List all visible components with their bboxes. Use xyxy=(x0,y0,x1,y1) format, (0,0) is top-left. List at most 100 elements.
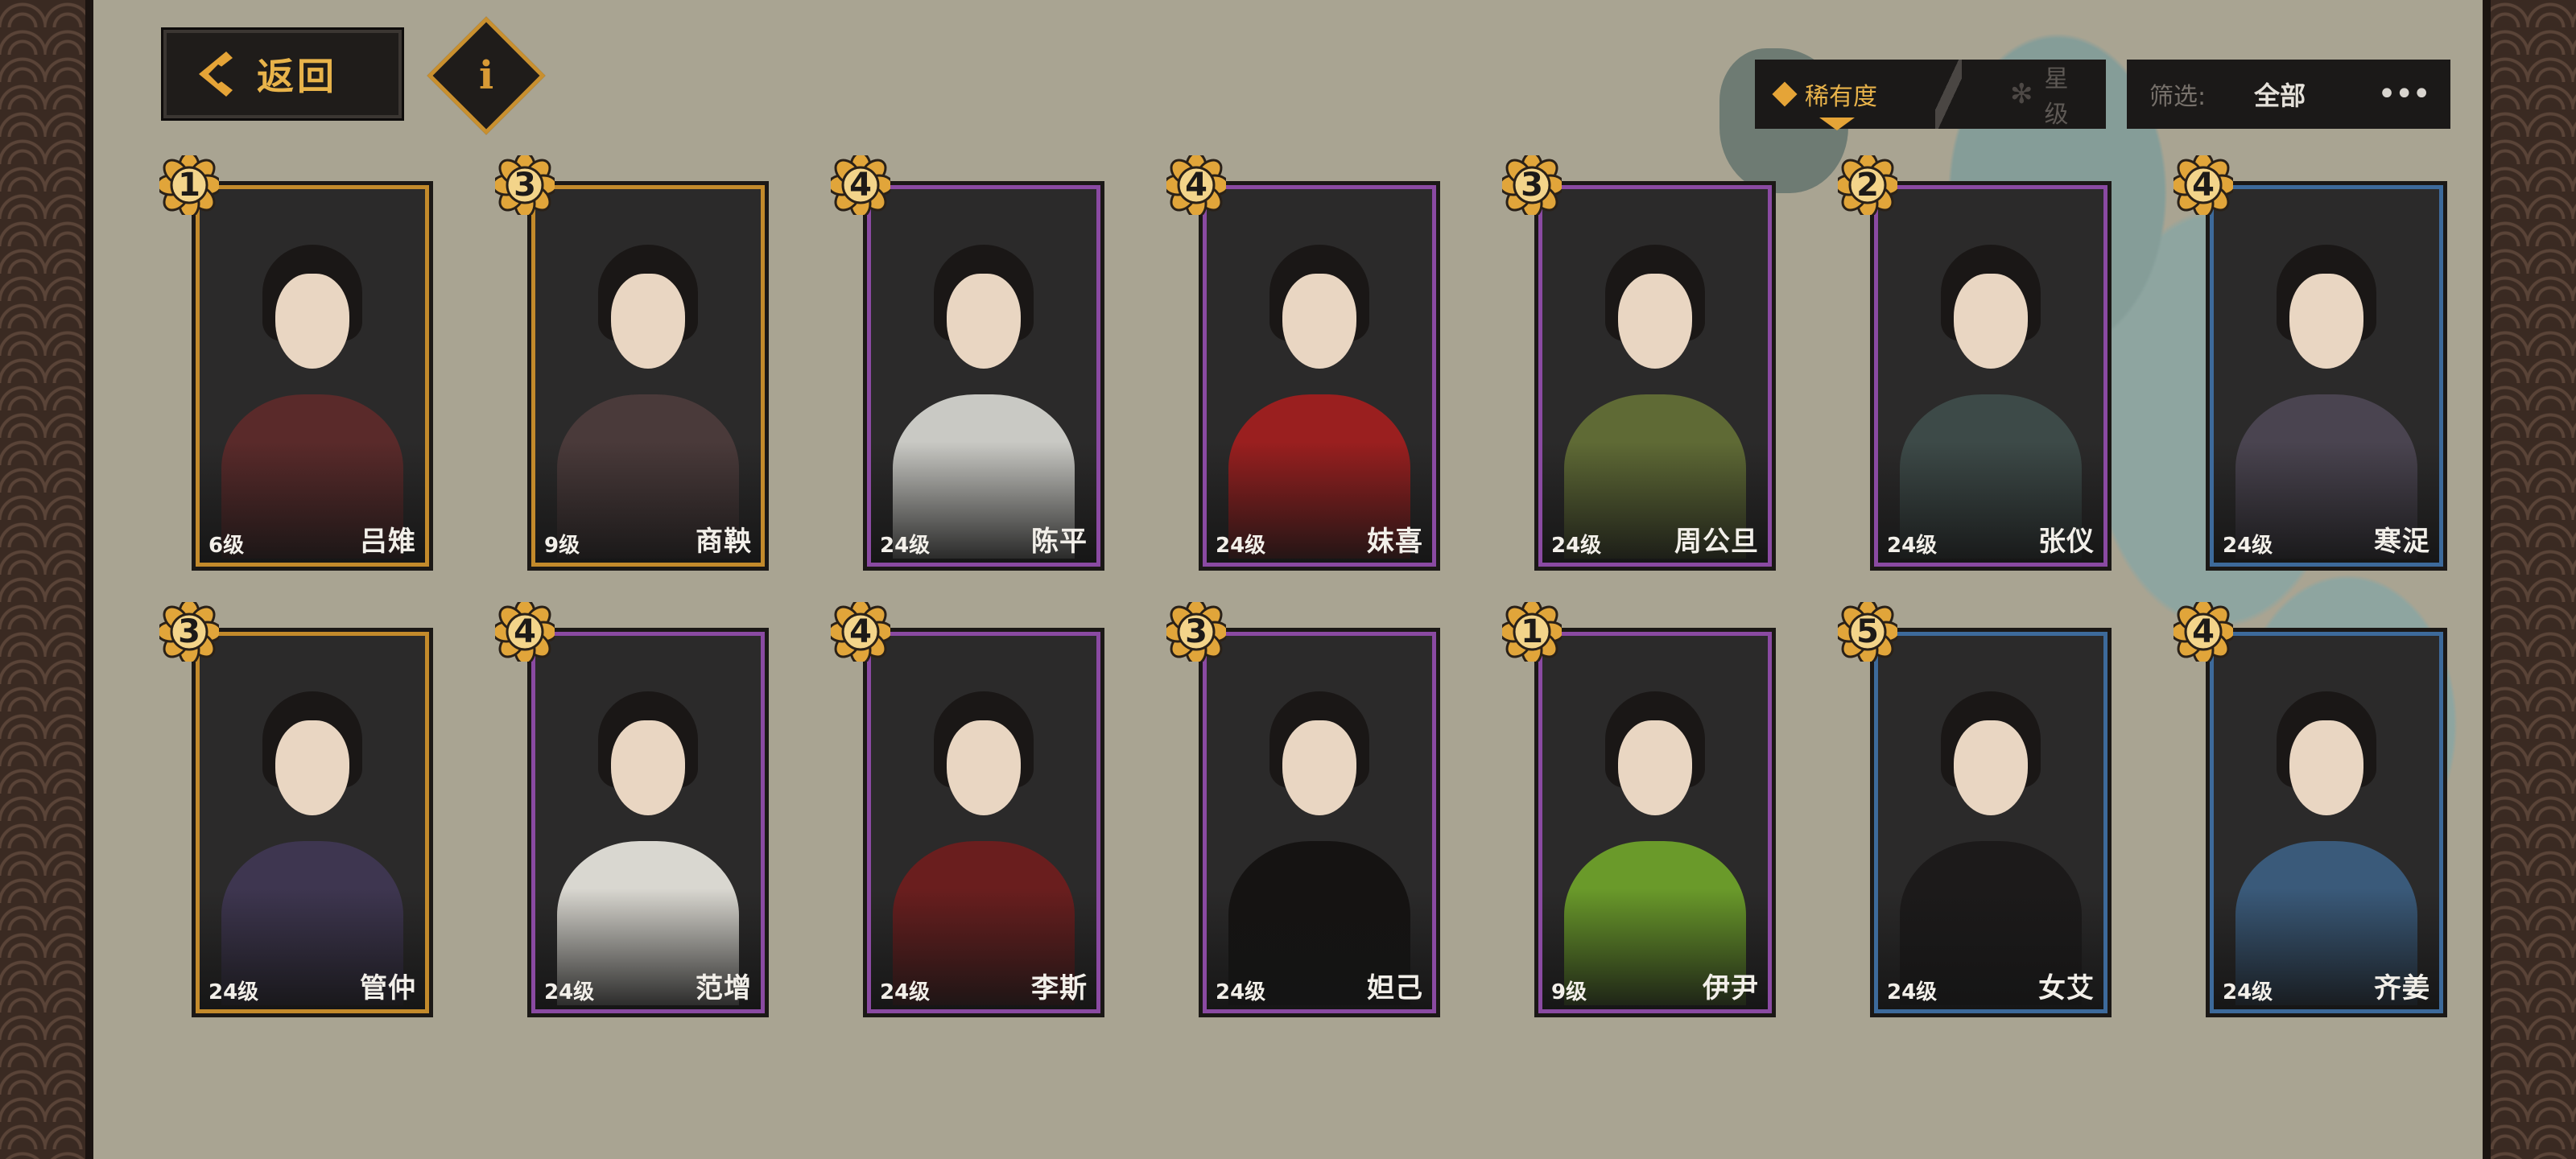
portrait-face xyxy=(275,720,349,815)
character-portrait xyxy=(204,193,421,559)
portrait-face xyxy=(1954,720,2028,815)
character-name: 商鞅 xyxy=(696,526,752,558)
character-card[interactable]: 9级 商鞅 xyxy=(527,181,769,571)
filter-value: 全部 xyxy=(2254,80,2306,111)
star-count: 4 xyxy=(849,167,872,204)
star-count-badge: 3 xyxy=(495,155,555,215)
character-portrait xyxy=(204,640,421,1005)
star-count: 3 xyxy=(1521,167,1543,204)
back-button[interactable]: 返回 xyxy=(161,27,404,121)
character-name: 吕雉 xyxy=(360,526,416,558)
star-count: 1 xyxy=(1521,613,1543,650)
character-card[interactable]: 24级 寒浞 xyxy=(2206,181,2447,571)
character-name: 范增 xyxy=(696,972,752,1004)
portrait-face xyxy=(1618,720,1692,815)
character-card[interactable]: 24级 女艾 xyxy=(1870,628,2112,1017)
character-level: 24级 xyxy=(880,980,931,1004)
sort-toggle: 稀有度 ✻ 星级 xyxy=(1755,60,2106,130)
right-ornament-border xyxy=(2483,0,2576,1159)
star-count: 3 xyxy=(514,167,536,204)
character-name: 妺喜 xyxy=(1367,526,1423,558)
star-count: 4 xyxy=(849,613,872,650)
star-count-badge: 4 xyxy=(831,602,890,662)
character-name: 周公旦 xyxy=(1674,526,1759,558)
character-name: 张仪 xyxy=(2038,526,2095,558)
diamond-icon xyxy=(1772,81,1798,107)
character-card[interactable]: 24级 齐姜 xyxy=(2206,628,2447,1017)
star-count-badge: 4 xyxy=(831,155,890,215)
character-card[interactable]: 24级 妺喜 xyxy=(1199,181,1440,571)
sort-option-rarity-label: 稀有度 xyxy=(1805,83,1877,111)
character-level: 24级 xyxy=(208,980,259,1004)
filter-dropdown[interactable]: 筛选: 全部 ••• xyxy=(2127,60,2450,129)
character-name: 伊尹 xyxy=(1703,972,1759,1004)
sort-option-stars[interactable]: ✻ 星级 xyxy=(1962,60,2106,129)
character-portrait xyxy=(539,193,757,559)
character-name: 妲己 xyxy=(1367,972,1423,1004)
portrait-face xyxy=(947,273,1021,369)
info-icon: i xyxy=(478,52,494,98)
character-name: 李斯 xyxy=(1031,972,1088,1004)
character-portrait xyxy=(1546,640,1764,1005)
character-card[interactable]: 9级 伊尹 xyxy=(1534,628,1776,1017)
chevron-left-icon xyxy=(199,52,233,97)
star-count-badge: 1 xyxy=(159,155,219,215)
character-card[interactable]: 6级 吕雉 xyxy=(192,181,433,571)
character-level: 6级 xyxy=(208,534,245,558)
portrait-face xyxy=(1282,273,1356,369)
character-card[interactable]: 24级 李斯 xyxy=(863,628,1104,1017)
character-level: 24级 xyxy=(1887,534,1938,558)
filter-label: 筛选: xyxy=(2149,83,2207,111)
portrait-face xyxy=(1282,720,1356,815)
character-card[interactable]: 24级 管仲 xyxy=(192,628,433,1017)
star-count-badge: 4 xyxy=(2174,602,2233,662)
star-count-badge: 4 xyxy=(2174,155,2233,215)
character-level: 24级 xyxy=(1887,980,1938,1004)
character-portrait xyxy=(539,640,757,1005)
character-portrait xyxy=(1546,193,1764,559)
character-card[interactable]: 24级 范增 xyxy=(527,628,769,1017)
star-count: 4 xyxy=(2192,167,2215,204)
star-count: 1 xyxy=(178,167,200,204)
character-name: 陈平 xyxy=(1031,526,1088,558)
character-name: 寒浞 xyxy=(2374,526,2430,558)
character-card[interactable]: 24级 陈平 xyxy=(863,181,1104,571)
portrait-face xyxy=(611,273,685,369)
star-count: 4 xyxy=(514,613,536,650)
character-card[interactable]: 24级 张仪 xyxy=(1870,181,2112,571)
character-level: 24级 xyxy=(1216,534,1266,558)
character-level: 24级 xyxy=(1216,980,1266,1004)
star-count: 2 xyxy=(1856,167,1879,204)
star-count: 5 xyxy=(1856,613,1879,650)
star-count: 3 xyxy=(1185,613,1208,650)
character-level: 24级 xyxy=(1551,534,1602,558)
character-level: 9级 xyxy=(1551,980,1587,1004)
character-portrait xyxy=(875,193,1092,559)
sort-option-rarity[interactable]: 稀有度 xyxy=(1755,60,1935,130)
character-portrait xyxy=(1882,193,2099,559)
star-count-badge: 3 xyxy=(1502,155,1562,215)
portrait-face xyxy=(1618,273,1692,369)
character-card[interactable]: 24级 妲己 xyxy=(1199,628,1440,1017)
character-portrait xyxy=(2218,193,2435,559)
character-portrait xyxy=(875,640,1092,1005)
portrait-face xyxy=(1954,273,2028,369)
sort-option-stars-label: 星级 xyxy=(2044,65,2069,129)
star-count: 4 xyxy=(2192,613,2215,650)
character-portrait xyxy=(2218,640,2435,1005)
character-card[interactable]: 24级 周公旦 xyxy=(1534,181,1776,571)
portrait-face xyxy=(611,720,685,815)
star-count-badge: 2 xyxy=(1838,155,1897,215)
character-name: 管仲 xyxy=(360,972,416,1004)
character-level: 24级 xyxy=(2223,534,2273,558)
star-count-badge: 5 xyxy=(1838,602,1897,662)
back-button-label: 返回 xyxy=(257,55,337,98)
character-portrait xyxy=(1211,640,1428,1005)
star-icon: ✻ xyxy=(2010,78,2033,110)
caret-down-icon xyxy=(1819,118,1855,130)
star-count: 3 xyxy=(178,613,200,650)
character-level: 9级 xyxy=(544,534,580,558)
portrait-face xyxy=(2289,720,2363,815)
character-portrait xyxy=(1882,640,2099,1005)
character-level: 24级 xyxy=(880,534,931,558)
